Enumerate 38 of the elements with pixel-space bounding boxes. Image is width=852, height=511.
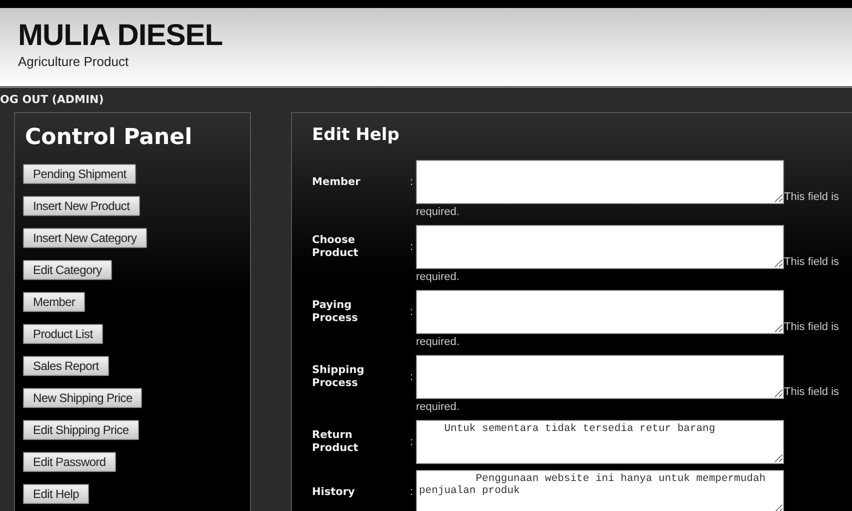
menu-button[interactable]: Sales Report xyxy=(23,356,109,376)
colon: : xyxy=(410,370,414,385)
text-area[interactable]: Penggunaan website ini hanya untuk mempermudah penjualan produk xyxy=(416,470,784,511)
colon: : xyxy=(410,485,414,500)
colon: : xyxy=(410,240,414,255)
field-label: Member xyxy=(312,176,362,188)
colon: : xyxy=(410,305,414,320)
text-area[interactable] xyxy=(416,225,784,269)
form-title: Edit Help xyxy=(312,125,400,145)
field-label: Return Product xyxy=(312,429,360,455)
error-message: This field is required. xyxy=(416,191,840,218)
menu-button[interactable]: New Shipping Price xyxy=(23,388,142,408)
text-area[interactable] xyxy=(416,290,784,334)
field-label: Choose Product xyxy=(312,234,360,260)
logout-link[interactable]: OG OUT (ADMIN) xyxy=(0,92,104,106)
menu-button[interactable]: Edit Category xyxy=(23,260,112,280)
menu-button[interactable]: Member xyxy=(23,292,86,312)
error-message: This field is required. xyxy=(416,386,840,413)
field-label: History xyxy=(312,486,356,498)
site-subtitle: Agriculture Product xyxy=(18,54,130,69)
error-message: This field is required. xyxy=(416,321,840,348)
menu-button[interactable]: Insert New Product xyxy=(23,196,140,216)
menu-button[interactable]: Pending Shipment xyxy=(23,164,136,184)
menu-button[interactable]: Product List xyxy=(23,324,103,344)
colon: : xyxy=(410,435,414,450)
menu-button[interactable]: Edit Shipping Price xyxy=(23,420,139,440)
field-label: Paying Process xyxy=(312,299,359,325)
text-area[interactable] xyxy=(416,160,784,204)
menu-button[interactable]: Insert New Category xyxy=(23,228,147,248)
error-message: This field is required. xyxy=(416,256,840,283)
menu-button[interactable]: Edit Help xyxy=(23,484,89,504)
menu-button[interactable]: Edit Password xyxy=(23,452,116,472)
site-title: MULIA DIESEL xyxy=(18,20,224,52)
panel-title: Control Panel xyxy=(24,125,194,150)
text-area[interactable]: Untuk sementara tidak tersedia retur barang xyxy=(416,420,784,464)
field-label: Shipping Process xyxy=(312,364,366,390)
text-area[interactable] xyxy=(416,355,784,399)
colon: : xyxy=(410,175,414,190)
